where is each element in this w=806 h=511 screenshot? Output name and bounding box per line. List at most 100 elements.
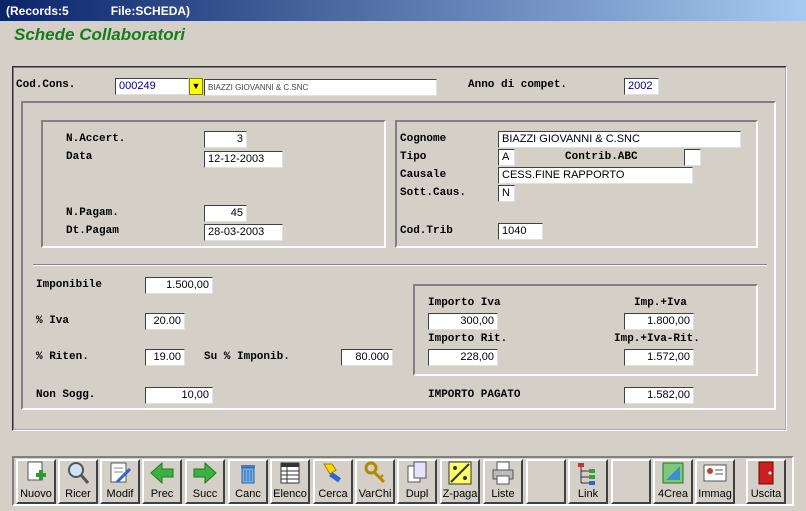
toolbar-button-label: Link	[577, 488, 599, 500]
toolbar-button-modif[interactable]: Modif	[100, 459, 140, 504]
toolbar-button-nuovo[interactable]: Nuovo	[16, 459, 56, 504]
importo-iva-label: Importo Iva	[428, 297, 501, 309]
imponibile-label: Imponibile	[36, 279, 103, 291]
toolbar-button-label: VarChi	[358, 488, 392, 500]
file-name: File:SCHEDA)	[110, 3, 191, 18]
cod-cons-name-field: BIAZZI GIOVANNI & C.SNC	[204, 79, 437, 96]
cod-trib-field[interactable]: 1040	[498, 223, 543, 240]
form-title: Schede Collaboratori	[14, 25, 185, 44]
edit-icon	[106, 460, 134, 486]
sott-caus-field[interactable]: N	[498, 185, 515, 202]
chevron-down-icon: ▼	[191, 81, 201, 91]
causale-label: Causale	[400, 169, 447, 181]
su-imponib-field[interactable]: 80.000	[341, 349, 393, 366]
link-tree-icon	[574, 460, 602, 486]
toolbar-button-elenco[interactable]: Elenco	[270, 459, 310, 504]
imp-iva-label: Imp.+Iva	[634, 297, 687, 309]
cod-trib-label: Cod.Trib	[400, 225, 453, 237]
non-sogg-label: Non Sogg.	[36, 389, 96, 401]
importo-rit-label: Importo Rit.	[428, 333, 508, 345]
toolbar-button-label: Z-paga	[442, 488, 478, 500]
magnifier-icon	[64, 460, 92, 486]
imp-iva-rit-field: 1.572,00	[624, 349, 694, 366]
importo-pagato-label: IMPORTO PAGATO	[428, 389, 521, 401]
toolbar-button-link[interactable]: Link	[568, 459, 608, 504]
toolbar-button-label: Modif	[106, 488, 134, 500]
arrow-left-icon	[148, 460, 176, 486]
toolbar-button-label: Nuovo	[20, 488, 52, 500]
cod-cons-label: Cod.Cons.	[16, 79, 76, 91]
window-titlebar: (Records:5 File:SCHEDA)	[0, 0, 806, 21]
n-pagam-label: N.Pagam.	[66, 207, 119, 219]
toolbar-button-4crea[interactable]: 4Crea	[653, 459, 693, 504]
contrib-abc-label: Contrib.ABC	[565, 151, 638, 163]
arrow-right-icon	[191, 460, 219, 486]
toolbar-button-label: Canc	[235, 488, 261, 500]
data-field[interactable]: 12-12-2003	[204, 151, 283, 168]
flashlight-icon	[319, 460, 347, 486]
create-icon	[659, 460, 687, 486]
imponibile-field[interactable]: 1.500,00	[145, 277, 213, 294]
toolbar-button-label: Succ	[192, 488, 218, 500]
toolbar-button-uscita[interactable]: Uscita	[746, 459, 786, 504]
toolbar-button-canc[interactable]: Canc	[228, 459, 268, 504]
toolbar-button-cerca[interactable]: Cerca	[313, 459, 353, 504]
toolbar-button-label: 4Crea	[658, 488, 688, 500]
toolbar-button-empty[interactable]	[526, 459, 566, 504]
new-doc-icon	[22, 460, 50, 486]
toolbar-button-ricer[interactable]: Ricer	[58, 459, 98, 504]
toolbar-button-label: Liste	[491, 488, 515, 500]
toolbar-button-succ[interactable]: Succ	[185, 459, 225, 504]
trash-icon	[234, 460, 262, 486]
copy-icon	[403, 460, 431, 486]
riten-field[interactable]: 19.00	[145, 349, 185, 366]
list-icon	[276, 460, 304, 486]
printer-icon	[489, 460, 517, 486]
importo-pagato-field: 1.582,00	[624, 387, 694, 404]
data-label: Data	[66, 151, 93, 163]
dt-pagam-field[interactable]: 28-03-2003	[204, 224, 283, 241]
anno-field[interactable]: 2002	[624, 78, 659, 95]
toolbar-button-dupl[interactable]: Dupl	[397, 459, 437, 504]
toolbar-button-liste[interactable]: Liste	[483, 459, 523, 504]
tipo-field[interactable]: A	[498, 149, 515, 166]
toolbar-button-label: Immag	[698, 488, 732, 500]
anno-label: Anno di compet.	[468, 79, 568, 91]
causale-field[interactable]: CESS.FINE RAPPORTO	[498, 167, 693, 184]
separator	[33, 264, 767, 266]
toolbar-button-label: Uscita	[750, 488, 782, 500]
toolbar-button-immag[interactable]: Immag	[695, 459, 735, 504]
toolbar-button-empty[interactable]	[611, 459, 651, 504]
records-count: (Records:5	[6, 3, 69, 18]
cod-cons-field[interactable]: 000249	[115, 78, 189, 95]
importo-iva-field: 300,00	[428, 313, 498, 330]
imp-iva-field: 1.800,00	[624, 313, 694, 330]
toolbar-button-z-paga[interactable]: Z-paga	[440, 459, 480, 504]
n-accert-field[interactable]: 3	[204, 131, 247, 148]
empty-slot	[532, 472, 560, 498]
keys-icon	[361, 460, 389, 486]
cod-cons-dropdown-button[interactable]: ▼	[189, 78, 203, 95]
imp-iva-rit-label: Imp.+Iva-Rit.	[614, 333, 700, 345]
toolbar-button-varchi[interactable]: VarChi	[355, 459, 395, 504]
dt-pagam-label: Dt.Pagam	[66, 225, 119, 237]
toolbar-button-label: Dupl	[405, 488, 429, 500]
riten-label: % Riten.	[36, 351, 89, 363]
n-pagam-field[interactable]: 45	[204, 205, 247, 222]
tipo-label: Tipo	[400, 151, 427, 163]
toolbar-button-label: Prec	[150, 488, 174, 500]
cognome-field[interactable]: BIAZZI GIOVANNI & C.SNC	[498, 131, 741, 148]
exit-door-icon	[752, 460, 780, 486]
non-sogg-field[interactable]: 10,00	[145, 387, 213, 404]
toolbar-button-label: Ricer	[65, 488, 91, 500]
toolbar-button-label: Cerca	[318, 488, 348, 500]
iva-field[interactable]: 20.00	[145, 313, 185, 330]
n-accert-label: N.Accert.	[66, 133, 126, 145]
toolbar-button-prec[interactable]: Prec	[142, 459, 182, 504]
empty-slot	[617, 472, 645, 498]
contrib-abc-field[interactable]	[684, 149, 701, 166]
toolbar-button-label: Elenco	[273, 488, 307, 500]
image-card-icon	[701, 460, 729, 486]
cognome-label: Cognome	[400, 133, 447, 145]
sott-caus-label: Sott.Caus.	[400, 187, 467, 199]
